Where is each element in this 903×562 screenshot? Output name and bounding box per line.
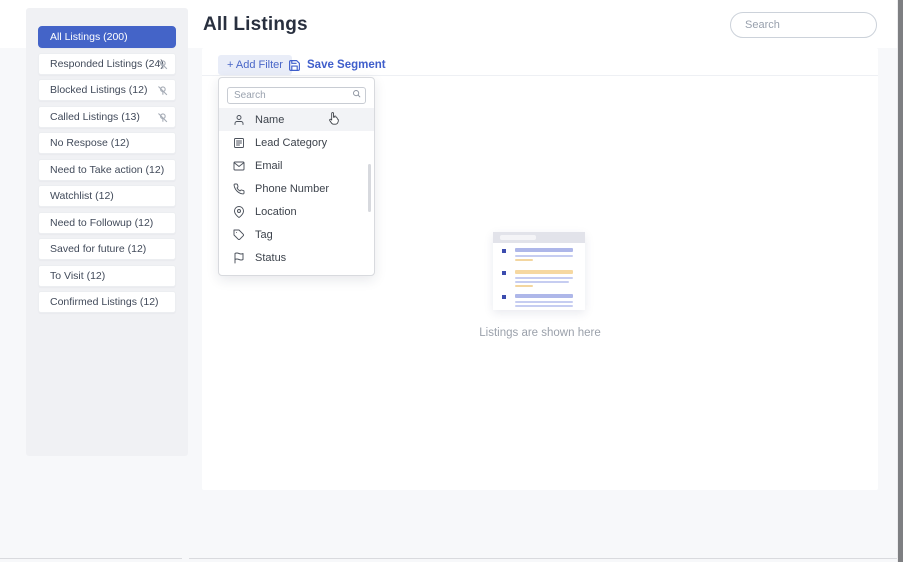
illustration-bullet	[502, 249, 506, 253]
sidebar-item-blocked-listings[interactable]: Blocked Listings (12)	[38, 79, 176, 101]
empty-state-caption: Listings are shown here	[479, 327, 600, 339]
sidebar-item-label: Saved for future (12)	[50, 243, 146, 255]
lead-category-icon	[233, 137, 245, 149]
sidebar-item-label: Called Listings (13)	[50, 111, 140, 123]
illustration-line	[515, 281, 569, 283]
sidebar-item-confirmed-listings[interactable]: Confirmed Listings (12)	[38, 291, 176, 313]
filter-option-name[interactable]: Name	[219, 108, 374, 131]
sidebar-item-all-listings[interactable]: All Listings (200)	[38, 26, 176, 48]
email-icon	[233, 160, 245, 172]
sidebar-item-called-listings[interactable]: Called Listings (13)	[38, 106, 176, 128]
search-icon	[352, 89, 361, 98]
sidebar-item-saved-for-future[interactable]: Saved for future (12)	[38, 238, 176, 260]
illustration-line	[515, 285, 533, 287]
sidebar-item-responded-listings[interactable]: Responded Listings (24)	[38, 53, 176, 75]
sidebar-item-label: All Listings (200)	[50, 31, 128, 43]
bottom-divider-right	[189, 558, 897, 559]
illustration-line	[515, 248, 573, 252]
filter-search-input[interactable]	[227, 87, 366, 104]
sidebar-item-label: Need to Take action (12)	[50, 164, 164, 176]
filter-option-label: Status	[255, 252, 286, 264]
bottom-divider-left	[0, 558, 182, 559]
illustration-line	[515, 255, 573, 257]
filter-option-label: Location	[255, 206, 297, 218]
toolbar: + Add Filter Save Segment	[202, 48, 878, 76]
user-icon	[233, 114, 245, 126]
illustration-bullet	[502, 271, 506, 275]
sidebar-item-watchlist[interactable]: Watchlist (12)	[38, 185, 176, 207]
illustration-bullet	[502, 295, 506, 299]
filter-option-label: Name	[255, 114, 284, 126]
sidebar-item-label: No Respose (12)	[50, 137, 129, 149]
filter-option-label: Lead Category	[255, 137, 327, 149]
sidebar-item-label: Responded Listings (24)	[50, 58, 164, 70]
dropdown-search-wrap	[227, 85, 366, 104]
illustration-line	[515, 294, 573, 298]
empty-state-illustration	[493, 232, 585, 310]
save-segment-label: Save Segment	[307, 59, 386, 71]
filter-option-lead-category[interactable]: Lead Category	[219, 131, 374, 154]
phone-icon	[233, 183, 245, 195]
dropdown-scrollbar[interactable]	[368, 164, 372, 212]
window-scrollbar[interactable]	[897, 0, 903, 562]
illustration-line	[515, 301, 573, 303]
sidebar-item-label: Confirmed Listings (12)	[50, 296, 159, 308]
add-filter-button[interactable]: + Add Filter	[218, 55, 292, 75]
illustration-line	[515, 259, 533, 261]
filter-option-status[interactable]: Status	[219, 246, 374, 269]
add-filter-dropdown: Name Lead Category Email Phone Number Lo…	[218, 77, 375, 276]
pin-off-icon[interactable]	[157, 85, 168, 96]
filter-option-tag[interactable]: Tag	[219, 223, 374, 246]
illustration-header-pill	[500, 235, 536, 240]
page-title: All Listings	[203, 14, 308, 36]
illustration-header-bar	[493, 232, 585, 243]
filter-option-location[interactable]: Location	[219, 200, 374, 223]
flag-icon	[233, 252, 245, 264]
illustration-line	[515, 270, 573, 274]
filter-option-email[interactable]: Email	[219, 154, 374, 177]
sidebar-item-no-respose[interactable]: No Respose (12)	[38, 132, 176, 154]
filter-option-label: Tag	[255, 229, 273, 241]
sidebar-item-label: Need to Followup (12)	[50, 217, 153, 229]
pin-off-icon[interactable]	[157, 59, 168, 70]
sidebar-item-label: Blocked Listings (12)	[50, 84, 147, 96]
tag-icon	[233, 229, 245, 241]
sidebar-item-need-to-followup[interactable]: Need to Followup (12)	[38, 212, 176, 234]
illustration-line	[515, 277, 573, 279]
sidebar: All Listings (200) Responded Listings (2…	[26, 8, 188, 456]
pin-off-icon[interactable]	[157, 112, 168, 123]
save-segment-button[interactable]: Save Segment	[288, 55, 386, 75]
filter-option-phone-number[interactable]: Phone Number	[219, 177, 374, 200]
sidebar-item-label: Watchlist (12)	[50, 190, 114, 202]
filter-option-label: Email	[255, 160, 283, 172]
save-icon	[288, 59, 301, 72]
global-search-input[interactable]	[730, 12, 877, 38]
illustration-line	[515, 305, 573, 307]
filter-option-label: Phone Number	[255, 183, 329, 195]
sidebar-item-to-visit[interactable]: To Visit (12)	[38, 265, 176, 287]
sidebar-item-need-to-take-action[interactable]: Need to Take action (12)	[38, 159, 176, 181]
location-pin-icon	[233, 206, 245, 218]
sidebar-item-label: To Visit (12)	[50, 270, 105, 282]
